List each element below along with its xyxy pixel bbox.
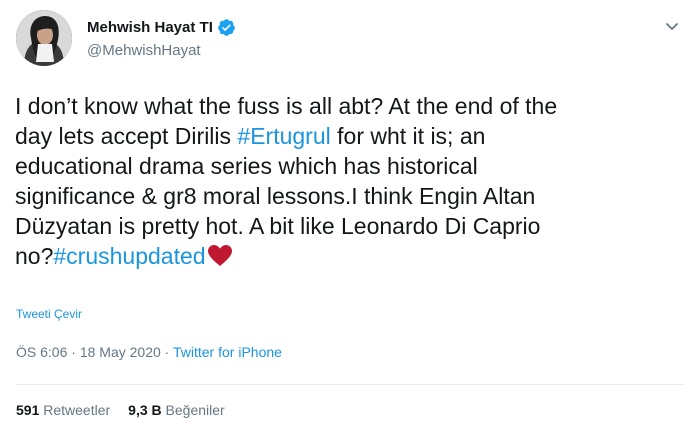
tweet-source-link[interactable]: Twitter for iPhone [173,344,282,360]
tweet-text-segment: Düzyatan is pretty hot. A bit like Leona… [15,213,541,239]
profile-photo-icon [16,10,72,66]
likes-stat[interactable]: 9,3 B Beğeniler [128,402,225,418]
likes-count: 9,3 B [128,402,162,418]
user-name-row: Mehwish Hayat TI [87,17,236,37]
tweet-time[interactable]: ÖS 6:06 [16,344,67,360]
tweet-text-segment: for wht it is; an [330,123,486,149]
chevron-down-icon[interactable] [660,14,684,38]
tweet-text-segment: no? [15,243,54,269]
likes-label: Beğeniler [165,402,225,418]
tweet-line: day lets accept Dirilis #Ertugrul for wh… [15,121,685,151]
tweet-date[interactable]: 18 May 2020 [80,344,161,360]
tweet-line: educational drama series which has histo… [15,151,685,181]
tweet-card: Mehwish Hayat TI @MehwishHayat I don’t k… [0,0,700,427]
tweet-text-segment: day lets accept Dirilis [15,123,238,149]
hashtag-link[interactable]: #Ertugrul [237,123,330,149]
avatar[interactable] [16,10,72,66]
tweet-line: significance & gr8 moral lessons.I think… [15,181,685,211]
meta-separator: · [160,344,173,360]
retweets-count: 591 [16,402,40,418]
tweet-text-segment: educational drama series which has histo… [15,153,478,179]
user-handle[interactable]: @MehwishHayat [87,42,201,59]
translate-tweet-link[interactable]: Tweeti Çevir [16,307,82,321]
tweet-text: I don’t know what the fuss is all abt? A… [15,91,685,271]
red-heart-icon [207,245,232,266]
meta-separator: · [67,344,80,360]
tweet-text-segment: I don’t know what the fuss is all abt? A… [15,93,558,119]
retweets-stat[interactable]: 591 Retweetler [16,402,110,418]
hashtag-link[interactable]: #crushupdated [53,243,205,269]
verified-badge-icon [218,18,235,36]
tweet-line: I don’t know what the fuss is all abt? A… [15,91,685,121]
tweet-line: Düzyatan is pretty hot. A bit like Leona… [15,211,685,241]
display-name[interactable]: Mehwish Hayat TI [87,19,213,36]
tweet-stats: 591 Retweetler 9,3 B Beğeniler [16,402,243,418]
retweets-label: Retweetler [43,402,111,418]
tweet-metadata: ÖS 6:06 · 18 May 2020 · Twitter for iPho… [16,344,282,360]
divider [16,384,684,385]
tweet-line: no?#crushupdated [15,241,685,271]
tweet-text-segment: significance & gr8 moral lessons.I think… [15,183,536,209]
